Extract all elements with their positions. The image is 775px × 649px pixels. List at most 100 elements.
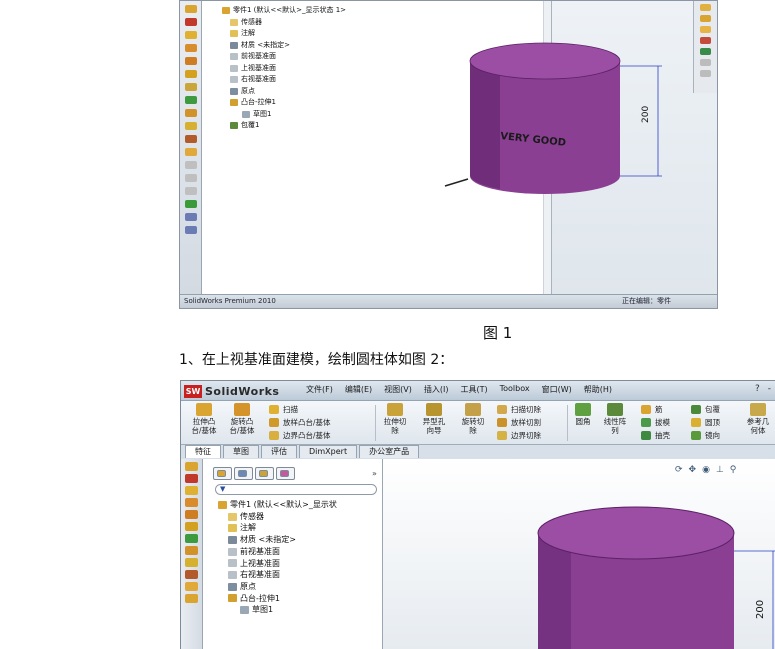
- toolbar-icon[interactable]: [185, 187, 197, 195]
- toolbar-icon[interactable]: [185, 83, 197, 91]
- loft-cut-button[interactable]: 放样切割: [497, 417, 541, 428]
- linear-pattern-button[interactable]: 线性阵 列: [599, 403, 631, 435]
- pan-icon[interactable]: ✥: [689, 465, 697, 475]
- toolbar-icon[interactable]: [700, 70, 711, 77]
- toolbar-icon[interactable]: [185, 213, 197, 221]
- tab-dimxpert[interactable]: DimXpert: [299, 445, 358, 458]
- toolbar-icon[interactable]: [185, 70, 197, 78]
- tab-sketch[interactable]: 草图: [223, 445, 259, 458]
- toolbar-icon[interactable]: [185, 5, 197, 13]
- menu-insert[interactable]: 插入(I): [424, 384, 449, 395]
- toolbar-icon[interactable]: [185, 558, 198, 567]
- toolbar-icon[interactable]: [185, 109, 197, 117]
- menu-toolbox[interactable]: Toolbox: [500, 384, 530, 395]
- toolbar-icon[interactable]: [185, 510, 198, 519]
- tab-evaluate[interactable]: 评估: [261, 445, 297, 458]
- tree-item-part[interactable]: 零件1 (默认<<默认>_显示状: [218, 499, 337, 511]
- toolbar-icon[interactable]: [185, 122, 197, 130]
- toolbar-icon[interactable]: [185, 148, 197, 156]
- toolbar-icon[interactable]: [185, 570, 198, 579]
- configuration-manager-tab[interactable]: [255, 467, 274, 480]
- section-view-icon[interactable]: ⊥: [716, 465, 724, 475]
- toolbar-icon[interactable]: [700, 4, 711, 11]
- app-logo[interactable]: SW SolidWorks: [184, 383, 279, 399]
- fillet-button[interactable]: 圆角: [571, 403, 595, 426]
- toolbar-icon[interactable]: [185, 31, 197, 39]
- tree-item-material[interactable]: 材质 <未指定>: [218, 534, 337, 546]
- menu-edit[interactable]: 编辑(E): [345, 384, 372, 395]
- toolbar-icon[interactable]: [185, 546, 198, 555]
- dome-button[interactable]: 圆顶: [691, 417, 720, 428]
- toolbar-icon[interactable]: [185, 135, 197, 143]
- menu-file[interactable]: 文件(F): [306, 384, 333, 395]
- help-button[interactable]: ?: [755, 384, 760, 394]
- tree-item-boss-extrude[interactable]: 凸台-拉伸1: [218, 593, 337, 605]
- draft-button[interactable]: 拔模: [641, 417, 670, 428]
- toolbar-icon[interactable]: [185, 594, 198, 603]
- extrude-cut-button[interactable]: 拉伸切 除: [379, 403, 411, 435]
- toolbar-icon[interactable]: [185, 200, 197, 208]
- boundary-boss-button[interactable]: 边界凸台/基体: [269, 430, 331, 441]
- toolbar-icon[interactable]: [185, 498, 198, 507]
- hole-wizard-icon: [426, 403, 442, 416]
- toolbar-icon[interactable]: [185, 44, 197, 52]
- sweep-button[interactable]: 扫描: [269, 404, 298, 415]
- revolve-cut-button[interactable]: 旋转切 除: [457, 403, 489, 435]
- rib-icon: [641, 405, 651, 414]
- display-manager-tab[interactable]: [276, 467, 295, 480]
- toolbar-icon[interactable]: [700, 37, 711, 44]
- tree-item-right-plane[interactable]: 右视基准面: [218, 569, 337, 581]
- toolbar-icon[interactable]: [185, 96, 197, 104]
- tree-item-origin[interactable]: 原点: [218, 581, 337, 593]
- tree-item-sensors[interactable]: 传感器: [218, 511, 337, 523]
- dimension-label[interactable]: 200: [755, 600, 766, 619]
- tree-item-top-plane[interactable]: 上视基准面: [218, 558, 337, 570]
- toolbar-icon[interactable]: [700, 26, 711, 33]
- hole-wizard-button[interactable]: 异型孔 向导: [417, 403, 451, 435]
- toolbar-icon[interactable]: [185, 174, 197, 182]
- toolbar-icon[interactable]: [185, 474, 198, 483]
- tree-item-annotations[interactable]: 注解: [218, 522, 337, 534]
- toolbar-icon[interactable]: [700, 48, 711, 55]
- menu-help[interactable]: 帮助(H): [584, 384, 612, 395]
- tab-features[interactable]: 特征: [185, 445, 221, 458]
- panel-expand-button[interactable]: »: [365, 467, 384, 480]
- toolbar-icon[interactable]: [185, 462, 198, 471]
- menu-view[interactable]: 视图(V): [384, 384, 412, 395]
- toolbar-icon[interactable]: [185, 486, 198, 495]
- loft-button[interactable]: 放样凸台/基体: [269, 417, 331, 428]
- tree-item-front-plane[interactable]: 前视基准面: [218, 546, 337, 558]
- toolbar-icon[interactable]: [185, 582, 198, 591]
- menu-window[interactable]: 窗口(W): [542, 384, 572, 395]
- toolbar-icon[interactable]: [185, 226, 197, 234]
- revolve-boss-button[interactable]: 旋转凸 台/基体: [225, 403, 259, 435]
- reference-geometry-button[interactable]: 参考几 何体: [741, 403, 775, 435]
- tab-office-products[interactable]: 办公室产品: [359, 445, 420, 458]
- toolbar-icon[interactable]: [185, 522, 198, 531]
- toolbar-icon[interactable]: [185, 18, 197, 26]
- zoom-to-fit-icon[interactable]: ⟳: [675, 465, 683, 475]
- zoom-icon[interactable]: ⚲: [730, 465, 737, 475]
- boundary-cut-button[interactable]: 边界切除: [497, 430, 541, 441]
- shell-button[interactable]: 抽壳: [641, 430, 670, 441]
- toolbar-icon[interactable]: [700, 59, 711, 66]
- filter-box[interactable]: ▼: [215, 484, 377, 495]
- minimize-button[interactable]: -: [768, 384, 771, 394]
- rib-button[interactable]: 筋: [641, 404, 663, 415]
- dimension-label[interactable]: 200: [641, 106, 651, 123]
- menu-tools[interactable]: 工具(T): [460, 384, 487, 395]
- mirror-button[interactable]: 镜向: [691, 430, 720, 441]
- sweep-cut-button[interactable]: 扫描切除: [497, 404, 541, 415]
- toolbar-icon[interactable]: [185, 534, 198, 543]
- property-manager-tab[interactable]: [234, 467, 253, 480]
- extrude-boss-button[interactable]: 拉伸凸 台/基体: [187, 403, 221, 435]
- toolbar-icon[interactable]: [185, 57, 197, 65]
- feature-manager-tab[interactable]: [213, 467, 232, 480]
- figure-1-screenshot: 零件1 (默认<<默认>_显示状态 1> 传感器 注解 材质 <未指定> 前视基…: [179, 0, 718, 309]
- wrap-button[interactable]: 包覆: [691, 404, 720, 415]
- toolbar-icon[interactable]: [185, 161, 197, 169]
- tree-item-sketch[interactable]: 草图1: [218, 604, 337, 616]
- sketch-icon: [240, 606, 249, 615]
- toolbar-icon[interactable]: [700, 15, 711, 22]
- view-orientation-icon[interactable]: ◉: [702, 465, 710, 475]
